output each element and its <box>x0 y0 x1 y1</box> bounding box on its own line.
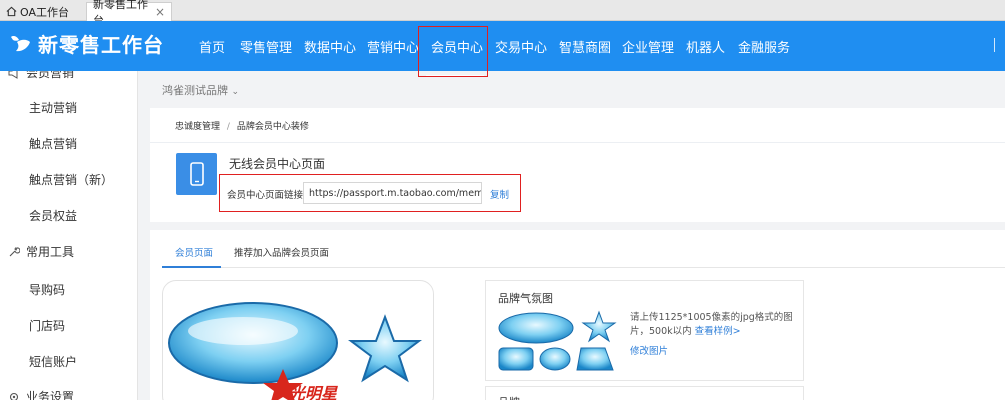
brand-title: 新零售工作台 <box>38 33 164 57</box>
nav-enterprise[interactable]: 企业管理 <box>622 21 674 71</box>
brand-select[interactable]: 鸿雀测试品牌 ⌄ <box>162 82 239 98</box>
preview-graphic: 光明星 <box>168 302 422 400</box>
annotation-box-nav <box>418 26 488 77</box>
sidebar-item-touch-marketing-new[interactable]: 触点营销（新） <box>29 171 113 188</box>
sidebar-item-member-rights[interactable]: 会员权益 <box>29 207 77 224</box>
sidebar <box>0 71 138 400</box>
member-page-preview: 光明星 <box>162 280 434 400</box>
tab-join-member-page[interactable]: 推荐加入品牌会员页面 <box>234 245 329 259</box>
nav-smart-district[interactable]: 智慧商圈 <box>559 21 611 71</box>
nav-data[interactable]: 数据中心 <box>304 21 356 71</box>
sidebar-item-active-marketing[interactable]: 主动营销 <box>29 99 77 116</box>
sidebar-item-store-code[interactable]: 门店码 <box>29 317 65 334</box>
atmosphere-description: 请上传1125*1005像素的jpg格式的图片，500k以内 查看样例> <box>630 311 800 339</box>
nav-finance[interactable]: 金融服务 <box>738 21 790 71</box>
edit-image-link[interactable]: 修改图片 <box>630 343 668 357</box>
sample-link[interactable]: 查看样例> <box>695 326 741 337</box>
brand-card-title: 品牌 <box>498 394 520 400</box>
breadcrumb: 忠诚度管理 / 品牌会员中心装修 <box>175 119 309 132</box>
sidebar-group-settings-label: 业务设置 <box>26 390 75 400</box>
nav-robot[interactable]: 机器人 <box>686 21 725 71</box>
sidebar-item-touch-marketing[interactable]: 触点营销 <box>29 135 77 152</box>
page-title: 无线会员中心页面 <box>229 157 326 171</box>
atmosphere-title: 品牌气氛图 <box>498 292 553 305</box>
tab-oa-label: OA工作台 <box>20 5 69 19</box>
home-icon <box>6 6 17 17</box>
breadcrumb-parent[interactable]: 忠诚度管理 <box>175 122 220 132</box>
brand-logo[interactable]: 新零售工作台 <box>8 29 164 58</box>
nav-retail[interactable]: 零售管理 <box>240 21 292 71</box>
nav-trade[interactable]: 交易中心 <box>495 21 547 71</box>
nav-marketing[interactable]: 营销中心 <box>367 21 419 71</box>
sidebar-group-tools[interactable]: 常用工具 <box>8 243 74 260</box>
atmosphere-thumbnail <box>498 310 617 371</box>
preview-logo-text: 光明星 <box>288 384 338 400</box>
brand-bird-icon <box>11 35 30 51</box>
subtab-active-indicator <box>162 266 221 268</box>
sidebar-group-settings[interactable]: 业务设置 <box>8 388 74 400</box>
tabs-divider <box>162 267 1005 268</box>
breadcrumb-current: 品牌会员中心装修 <box>236 122 309 132</box>
sidebar-group-tools-label: 常用工具 <box>26 245 75 259</box>
close-icon[interactable]: × <box>155 5 165 19</box>
settings-icon <box>9 392 19 400</box>
tab-member-page[interactable]: 会员页面 <box>175 245 213 259</box>
tab-retail-workbench[interactable]: 新零售工作台 × <box>86 0 172 27</box>
brand-card <box>485 386 804 400</box>
wrench-icon <box>9 246 20 256</box>
phone-icon <box>176 153 217 195</box>
header-divider <box>994 38 995 52</box>
brand-select-value: 鸿雀测试品牌 <box>162 84 228 97</box>
chevron-down-icon: ⌄ <box>231 87 240 97</box>
annotation-box-link <box>219 174 521 212</box>
nav-home[interactable]: 首页 <box>199 21 225 71</box>
sidebar-item-sms-account[interactable]: 短信账户 <box>29 353 77 370</box>
tab-oa-workbench[interactable]: OA工作台 <box>0 2 82 21</box>
breadcrumb-separator: / <box>226 122 230 132</box>
header-overlap <box>0 64 138 71</box>
sidebar-item-guide-code[interactable]: 导购码 <box>29 281 65 298</box>
